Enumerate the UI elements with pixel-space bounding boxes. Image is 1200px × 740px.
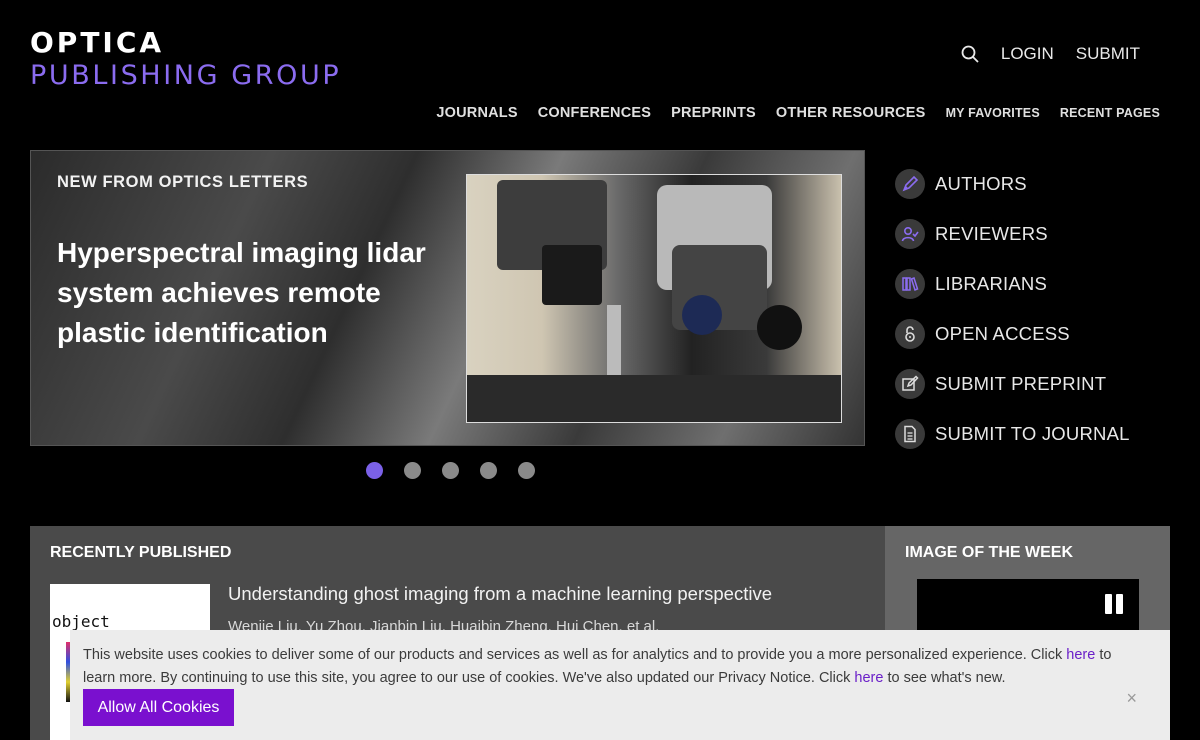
quick-link-librarians[interactable]: LIBRARIANS [895, 259, 1130, 309]
cookie-learn-more-link[interactable]: here [1066, 647, 1095, 663]
pen-icon [895, 169, 925, 199]
edit-icon [895, 369, 925, 399]
quick-link-open-access[interactable]: OPEN ACCESS [895, 309, 1130, 359]
open-lock-icon [895, 319, 925, 349]
carousel-dot[interactable] [480, 462, 497, 479]
quick-link-authors[interactable]: AUTHORS [895, 159, 1130, 209]
search-icon[interactable] [961, 45, 979, 63]
logo[interactable]: OPTICA PUBLISHING GROUP [30, 28, 341, 94]
cookie-message: This website uses cookies to deliver som… [83, 647, 1112, 686]
thumbnail-label: object [52, 612, 110, 631]
main-nav: JOURNALS CONFERENCES PREPRINTS OTHER RES… [436, 105, 1160, 121]
hero-eyebrow: NEW FROM OPTICS LETTERS [57, 173, 309, 191]
logo-optica: OPTICA [30, 26, 165, 59]
carousel-dots [366, 462, 535, 479]
utility-nav: LOGIN SUBMIT [961, 44, 1140, 64]
pause-icon[interactable] [1105, 594, 1123, 614]
nav-conferences[interactable]: CONFERENCES [538, 105, 651, 121]
carousel-dot[interactable] [442, 462, 459, 479]
hero-title[interactable]: Hyperspectral imaging lidar system achie… [57, 233, 457, 353]
section-heading: IMAGE OF THE WEEK [905, 544, 1073, 561]
login-link[interactable]: LOGIN [1001, 44, 1054, 64]
section-heading: RECENTLY PUBLISHED [50, 544, 232, 561]
hero-image[interactable] [466, 174, 842, 423]
carousel-dot[interactable] [518, 462, 535, 479]
submit-link[interactable]: SUBMIT [1076, 44, 1140, 64]
nav-journals[interactable]: JOURNALS [436, 105, 517, 121]
close-icon[interactable]: × [1126, 688, 1137, 709]
hero-carousel[interactable]: NEW FROM OPTICS LETTERS Hyperspectral im… [30, 150, 865, 446]
quick-links: AUTHORS REVIEWERS LIBRARIANS OPEN ACCESS… [895, 159, 1130, 459]
carousel-dot[interactable] [366, 462, 383, 479]
cookie-banner: This website uses cookies to deliver som… [70, 630, 1170, 740]
quick-link-submit-to-journal[interactable]: SUBMIT TO JOURNAL [895, 409, 1130, 459]
user-check-icon [895, 219, 925, 249]
nav-recent-pages[interactable]: RECENT PAGES [1060, 106, 1160, 120]
nav-my-favorites[interactable]: MY FAVORITES [946, 106, 1040, 120]
carousel-dot[interactable] [404, 462, 421, 479]
nav-other-resources[interactable]: OTHER RESOURCES [776, 105, 926, 121]
books-icon [895, 269, 925, 299]
allow-all-cookies-button[interactable]: Allow All Cookies [83, 689, 234, 726]
quick-link-reviewers[interactable]: REVIEWERS [895, 209, 1130, 259]
article-title[interactable]: Understanding ghost imaging from a machi… [228, 583, 772, 605]
document-icon [895, 419, 925, 449]
logo-publishing-group: PUBLISHING GROUP [30, 60, 342, 91]
nav-preprints[interactable]: PREPRINTS [671, 105, 756, 121]
privacy-notice-link[interactable]: here [854, 670, 883, 686]
quick-link-submit-preprint[interactable]: SUBMIT PREPRINT [895, 359, 1130, 409]
